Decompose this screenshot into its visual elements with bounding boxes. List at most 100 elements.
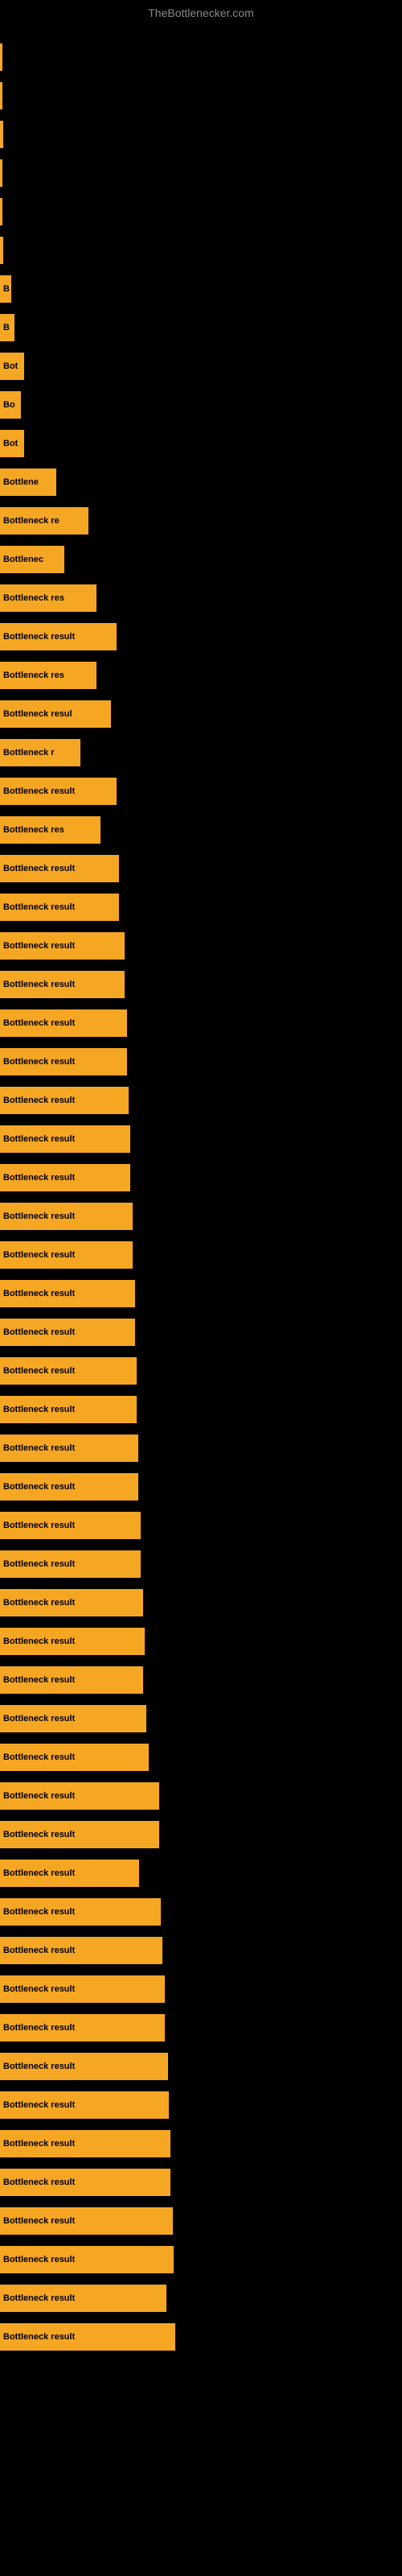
bar-label: Bottleneck r: [3, 748, 55, 758]
bar-row: Bot: [0, 351, 402, 382]
bar: Bottleneck result: [0, 2053, 168, 2080]
bar-label: Bottleneck result: [3, 1250, 75, 1260]
bar: Bottlenec: [0, 546, 64, 573]
bar-row: [0, 119, 402, 150]
bar: Bottleneck result: [0, 1048, 127, 1075]
bar-row: Bottleneck result: [0, 1046, 402, 1077]
bar-row: Bottleneck result: [0, 1665, 402, 1695]
bar-row: Bottlenec: [0, 544, 402, 575]
bar-label: Bottleneck result: [3, 1791, 75, 1801]
bar-label: Bottleneck res: [3, 825, 64, 835]
bar: Bottleneck result: [0, 932, 125, 960]
bar-label: Bottleneck result: [3, 1018, 75, 1028]
bar: Bottleneck result: [0, 1782, 159, 1810]
bar-label: Bottleneck result: [3, 1443, 75, 1453]
bar-label: Bottleneck resul: [3, 709, 72, 719]
bar: Bottleneck result: [0, 778, 117, 805]
bar: Bot: [0, 430, 24, 457]
bar-row: Bot: [0, 428, 402, 459]
bar-row: Bottleneck result: [0, 1240, 402, 1270]
bar: Bottleneck result: [0, 1550, 141, 1578]
bar-row: Bottleneck result: [0, 2322, 402, 2352]
bar-label: Bottleneck result: [3, 864, 75, 873]
bar: Bottleneck res: [0, 816, 100, 844]
bar: Bottleneck result: [0, 1937, 162, 1964]
bar-row: Bo: [0, 390, 402, 420]
bar: Bottleneck result: [0, 1396, 137, 1423]
bar-row: [0, 235, 402, 266]
bar-label: Bottleneck res: [3, 671, 64, 680]
bar-row: Bottlene: [0, 467, 402, 497]
bar: Bottleneck result: [0, 1821, 159, 1848]
bar-row: Bottleneck result: [0, 1356, 402, 1386]
bar: Bottleneck result: [0, 1357, 137, 1385]
bar: Bottleneck result: [0, 2169, 170, 2196]
bar-label: Bottleneck result: [3, 2293, 75, 2303]
bar-label: Bottleneck result: [3, 1057, 75, 1067]
bar-label: Bottleneck result: [3, 2255, 75, 2264]
bar-label: Bottleneck result: [3, 1830, 75, 1839]
bar-row: B: [0, 312, 402, 343]
bar-row: Bottleneck result: [0, 2090, 402, 2120]
bar: Bottleneck result: [0, 1898, 161, 1926]
bar-row: Bottleneck result: [0, 1703, 402, 1734]
bar-row: Bottleneck re: [0, 506, 402, 536]
bar-row: Bottleneck result: [0, 1974, 402, 2004]
bar-row: Bottleneck result: [0, 1008, 402, 1038]
bar: Bottleneck result: [0, 1666, 143, 1694]
bar-row: Bottleneck result: [0, 1858, 402, 1889]
bar-row: Bottleneck result: [0, 1433, 402, 1463]
bar-row: Bottleneck res: [0, 583, 402, 613]
bar-row: Bottleneck result: [0, 776, 402, 807]
bar-row: Bottleneck result: [0, 1549, 402, 1579]
bar: Bottleneck resul: [0, 700, 111, 728]
bar-label: Bottlene: [3, 477, 39, 487]
bar-label: Bottleneck result: [3, 1212, 75, 1221]
bar-row: Bottleneck r: [0, 737, 402, 768]
bar-row: B: [0, 274, 402, 304]
bar-row: Bottleneck result: [0, 2051, 402, 2082]
bar: Bottleneck result: [0, 894, 119, 921]
bar: Bottleneck result: [0, 1705, 146, 1732]
bar-label: Bottleneck result: [3, 1521, 75, 1530]
bar-row: Bottleneck result: [0, 1162, 402, 1193]
bar: Bottleneck result: [0, 1473, 138, 1501]
bar-row: Bottleneck res: [0, 660, 402, 691]
bar-row: Bottleneck res: [0, 815, 402, 845]
bar-row: Bottleneck result: [0, 1085, 402, 1116]
bar-row: Bottleneck result: [0, 2283, 402, 2314]
bar: Bottleneck result: [0, 1975, 165, 2003]
bar-label: Bottleneck result: [3, 2062, 75, 2071]
bar-label: Bottleneck result: [3, 1675, 75, 1685]
bar-row: Bottleneck result: [0, 2244, 402, 2275]
bar-label: B: [3, 284, 10, 294]
bar: Bottleneck result: [0, 1435, 138, 1462]
bar-label: Bottleneck result: [3, 1366, 75, 1376]
bar: Bottleneck result: [0, 1860, 139, 1887]
bar-label: Bottleneck result: [3, 941, 75, 951]
bar: Bottleneck result: [0, 2091, 169, 2119]
bar-label: Bottleneck result: [3, 1482, 75, 1492]
bar-label: Bottleneck result: [3, 2216, 75, 2226]
bar-label: Bottleneck result: [3, 1868, 75, 1878]
bar: Bottleneck res: [0, 662, 96, 689]
bar-label: Bottleneck result: [3, 902, 75, 912]
bar: Bottleneck result: [0, 1164, 130, 1191]
bar: Bottleneck result: [0, 1280, 135, 1307]
bar-row: Bottleneck result: [0, 1897, 402, 1927]
bar-label: Bottleneck result: [3, 1289, 75, 1298]
bar: Bottleneck result: [0, 2285, 166, 2312]
bar: Bottleneck result: [0, 2130, 170, 2157]
bar: [0, 121, 3, 148]
bar-label: Bottleneck result: [3, 1405, 75, 1414]
bar: Bot: [0, 353, 24, 380]
bar-label: Bottleneck result: [3, 632, 75, 642]
bar-row: [0, 196, 402, 227]
bar: Bottleneck result: [0, 2014, 165, 2041]
bar-row: [0, 42, 402, 72]
bar-row: [0, 80, 402, 111]
bar-row: [0, 158, 402, 188]
bar-label: Bottleneck result: [3, 2139, 75, 2149]
bar: Bottleneck r: [0, 739, 80, 766]
bar-label: Bottleneck result: [3, 2178, 75, 2187]
